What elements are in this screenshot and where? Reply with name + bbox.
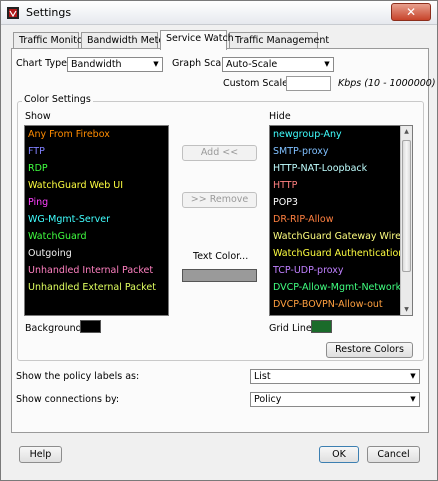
list-item[interactable]: Ping [25,194,168,211]
ok-button[interactable]: OK [319,446,359,463]
chart-type-value: Bandwidth [71,59,122,70]
service-watch-panel: Chart Type Bandwidth ▼ Graph Scale Auto-… [11,48,436,433]
hide-list[interactable]: newgroup-Any SMTP-proxy HTTP-NAT-Loopback H… [269,125,413,316]
restore-colors-label: Restore Colors [335,344,404,355]
connections-value: Policy [254,394,282,405]
tab-bandwidth-meter[interactable]: Bandwidth Meter [81,32,168,49]
restore-colors-button[interactable]: Restore Colors [326,342,413,358]
connections-label: Show connections by: [16,394,120,405]
chevron-down-icon: ▼ [410,372,416,380]
grid-line-color-swatch[interactable] [311,320,332,333]
remove-button-label: >> Remove [190,194,249,205]
title-bar: Settings ✕ [1,1,437,25]
connections-select[interactable]: Policy ▼ [250,392,420,407]
list-item[interactable]: Unhandled Internal Packet [25,262,168,279]
tab-traffic-management[interactable]: Traffic Management [229,32,329,49]
list-item[interactable]: HTTP [270,177,412,194]
policy-labels-label: Show the policy labels as: [16,371,140,382]
tab-service-watch[interactable]: Service Watch [160,30,234,50]
policy-labels-value: List [254,371,271,382]
help-label: Help [29,449,52,460]
scroll-up-icon[interactable]: ▲ [401,126,412,137]
text-color-label: Text Color... [193,251,249,262]
policy-labels-select[interactable]: List ▼ [250,369,420,384]
chart-type-label: Chart Type [16,58,67,69]
cancel-label: Cancel [377,449,410,460]
list-item[interactable]: Unhandled External Packet [25,279,168,296]
list-item[interactable]: WatchGuard Gateway Wireless [270,228,412,245]
show-list[interactable]: Any From Firebox FTP RDP WatchGuard Web UI P… [24,125,169,316]
close-button[interactable]: ✕ [391,3,431,21]
remove-button[interactable]: >> Remove [182,192,257,208]
background-label: Background [25,323,82,334]
list-item[interactable]: Outgoing [25,245,168,262]
chevron-down-icon: ▼ [324,60,330,68]
list-item[interactable]: FTP [25,143,168,160]
add-button[interactable]: Add << [182,145,257,161]
tab-traffic-monitor[interactable]: Traffic Monitor [13,32,87,49]
window-title: Settings [26,6,72,19]
tab-label: Bandwidth Meter [87,35,169,46]
chevron-down-icon: ▼ [153,60,159,68]
watchguard-app-icon [7,7,19,19]
tab-label: Traffic Management [235,35,330,46]
list-item[interactable]: WG-Mgmt-Server [25,211,168,228]
close-icon: ✕ [405,5,417,19]
background-color-swatch[interactable] [80,320,101,333]
list-item[interactable]: DR-RIP-Allow [270,211,412,228]
list-item[interactable]: POP3 [270,194,412,211]
custom-scale-units: Kbps (10 - 1000000) [338,78,436,89]
tab-label: Service Watch [166,33,234,44]
cancel-button[interactable]: Cancel [367,446,420,463]
list-item[interactable]: SMTP-proxy [270,143,412,160]
hide-label: Hide [269,111,291,122]
list-item[interactable]: Any From Firebox [25,126,168,143]
help-button[interactable]: Help [19,446,62,463]
tab-label: Traffic Monitor [19,35,87,46]
list-item[interactable]: RDP [25,160,168,177]
list-item[interactable]: WatchGuard [25,228,168,245]
custom-scale-input[interactable] [286,76,331,91]
show-label: Show [25,111,51,122]
settings-window: Settings ✕ Traffic Monitor Bandwidth Met… [0,0,438,481]
list-item[interactable]: newgroup-Any [270,126,412,143]
add-button-label: Add << [200,147,239,158]
color-settings-legend: Color Settings [22,94,93,105]
chevron-down-icon: ▼ [410,395,416,403]
list-item[interactable]: DVCP-BOVPN-Allow-out [270,296,412,313]
list-item[interactable]: WatchGuard Web UI [25,177,168,194]
list-item[interactable]: DVCP-Allow-Mgmt-Network.in [270,279,412,296]
list-item[interactable]: WatchGuard Authentication [270,245,412,262]
custom-scale-label: Custom Scale [223,78,288,89]
scroll-down-icon[interactable]: ▼ [401,304,412,315]
text-color-swatch[interactable] [182,269,257,282]
graph-scale-select[interactable]: Auto-Scale ▼ [222,57,334,72]
grid-line-label: Grid Line [269,323,312,334]
list-item[interactable]: TCP-UDP-proxy [270,262,412,279]
chart-type-select[interactable]: Bandwidth ▼ [67,57,163,72]
ok-label: OK [332,449,346,460]
scroll-thumb[interactable] [402,140,411,272]
hide-list-scrollbar[interactable]: ▲ ▼ [400,126,412,315]
list-item[interactable]: HTTP-NAT-Loopback [270,160,412,177]
graph-scale-value: Auto-Scale [226,59,278,70]
